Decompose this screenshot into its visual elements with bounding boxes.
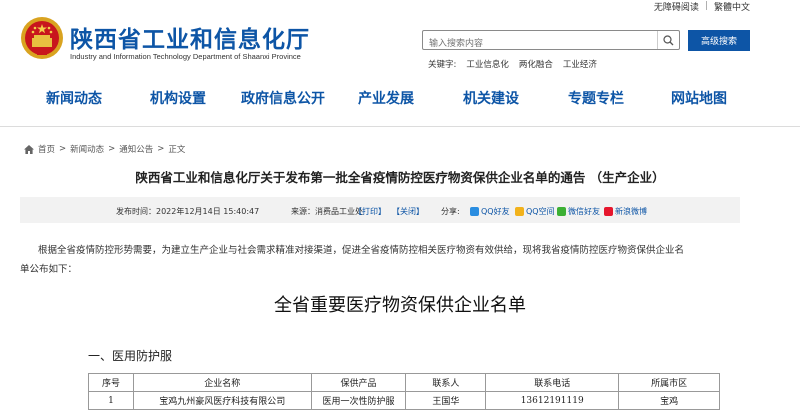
column-header: 企业名称	[132, 373, 312, 392]
share-label: 分享:	[441, 207, 460, 216]
breadcrumb-separator: >	[108, 144, 116, 154]
share-qzone[interactable]: QQ空间	[515, 206, 555, 217]
table-cell: 宝鸡九州豪风医疗科技有限公司	[132, 391, 312, 410]
breadcrumb-separator: >	[157, 144, 165, 154]
list-title: 全省重要医疗物资保供企业名单	[274, 295, 526, 316]
site-title[interactable]: 陕西省工业和信息化厅	[70, 20, 310, 54]
header-divider	[0, 126, 800, 127]
supplier-table: 序号 企业名称 保供产品 联系人 联系电话 所属市区 1 宝鸡九州豪风医疗科技有…	[88, 373, 720, 410]
nav-item-organization[interactable]: 机构设置	[150, 88, 206, 108]
keywords-label: 关键字:	[428, 60, 457, 70]
close-link[interactable]: 【关闭】	[392, 206, 424, 217]
paragraph-line: 单公布如下：	[20, 264, 78, 275]
table-row: 1 宝鸡九州豪风医疗科技有限公司 医用一次性防护服 王国华 1361219111…	[88, 391, 720, 410]
topbar-separator: |	[704, 1, 708, 11]
table-cell: 13612191119	[485, 391, 620, 410]
column-header: 序号	[88, 373, 134, 392]
article-meta-bar: 发布时间：2022年12月14日 15:40:47 来源：消费品工业处 【打印】…	[20, 197, 740, 223]
main-nav: 新闻动态 机构设置 政府信息公开 产业发展 机关建设 专题专栏 网站地图	[0, 88, 800, 112]
nav-item-gov-info[interactable]: 政府信息公开	[241, 88, 325, 108]
nav-item-agency[interactable]: 机关建设	[463, 88, 519, 108]
wechat-icon	[557, 207, 566, 216]
home-icon	[24, 144, 34, 154]
nav-item-news[interactable]: 新闻动态	[46, 88, 102, 108]
breadcrumb-home[interactable]: 首页	[38, 143, 55, 155]
share-qq-label: QQ好友	[481, 207, 510, 216]
column-header: 联系电话	[485, 373, 620, 392]
site-header: 陕西省工业和信息化厅 Industry and Information Tech…	[20, 14, 780, 74]
share-wechat[interactable]: 微信好友	[557, 206, 600, 217]
table-header-row: 序号 企业名称 保供产品 联系人 联系电话 所属市区	[88, 373, 720, 392]
share-weibo-label: 新浪微博	[615, 207, 647, 216]
table-cell: 医用一次性防护服	[310, 391, 407, 410]
share-qq[interactable]: QQ好友	[470, 206, 510, 217]
accessible-reading-link[interactable]: 无障碍阅读	[654, 0, 699, 13]
national-emblem-icon[interactable]	[20, 16, 64, 60]
breadcrumb-separator: >	[59, 144, 67, 154]
breadcrumb-news[interactable]: 新闻动态	[70, 143, 104, 155]
table-cell: 王国华	[405, 391, 487, 410]
qzone-icon	[515, 207, 524, 216]
breadcrumb-current: 正文	[168, 145, 186, 155]
share-wechat-label: 微信好友	[568, 207, 600, 216]
table-cell: 宝鸡	[618, 391, 720, 410]
site-subtitle: Industry and Information Technology Depa…	[70, 52, 301, 61]
breadcrumb-notices[interactable]: 通知公告	[119, 143, 153, 155]
share-weibo[interactable]: 新浪微博	[604, 206, 647, 217]
nav-item-industry[interactable]: 产业发展	[358, 88, 414, 108]
print-link[interactable]: 【打印】	[354, 206, 386, 217]
article-title: 陕西省工业和信息化厅关于发布第一批全省疫情防控医疗物资保供企业名单的通告 （生产…	[135, 170, 665, 185]
search-box	[422, 30, 680, 53]
search-keywords: 关键字: 工业信息化 两化融合 工业经济	[428, 58, 597, 70]
publish-time: 发布时间：2022年12月14日 15:40:47	[116, 207, 260, 216]
advanced-search-button[interactable]: 高级搜索	[688, 30, 750, 51]
search-icon	[663, 34, 674, 45]
keyword-link[interactable]: 工业经济	[563, 58, 597, 70]
search-input[interactable]	[423, 35, 653, 53]
keyword-link[interactable]: 两化融合	[519, 58, 553, 70]
search-button[interactable]	[657, 31, 679, 49]
column-header: 所属市区	[618, 373, 720, 392]
top-utility-bar: 无障碍阅读 | 繁體中文	[654, 0, 750, 13]
traditional-chinese-link[interactable]: 繁體中文	[714, 0, 750, 13]
breadcrumb: 首页 > 新闻动态 > 通知公告 > 正文	[24, 143, 185, 155]
keyword-link[interactable]: 工业信息化	[466, 58, 509, 70]
column-header: 联系人	[405, 373, 487, 392]
nav-item-sitemap[interactable]: 网站地图	[671, 88, 727, 108]
nav-item-topics[interactable]: 专题专栏	[568, 88, 624, 108]
article-paragraph: 根据全省疫情防控形势需要，为建立生产企业与社会需求精准对接渠道，促进全省疫情防控…	[20, 241, 760, 279]
weibo-icon	[604, 207, 613, 216]
share-qzone-label: QQ空间	[526, 207, 555, 216]
qq-icon	[470, 207, 479, 216]
article-source: 来源：消费品工业处	[291, 207, 363, 216]
section-heading: 一、医用防护服	[88, 349, 173, 363]
paragraph-line: 根据全省疫情防控形势需要，为建立生产企业与社会需求精准对接渠道，促进全省疫情防控…	[38, 245, 685, 256]
table-cell: 1	[88, 391, 134, 410]
column-header: 保供产品	[310, 373, 407, 392]
